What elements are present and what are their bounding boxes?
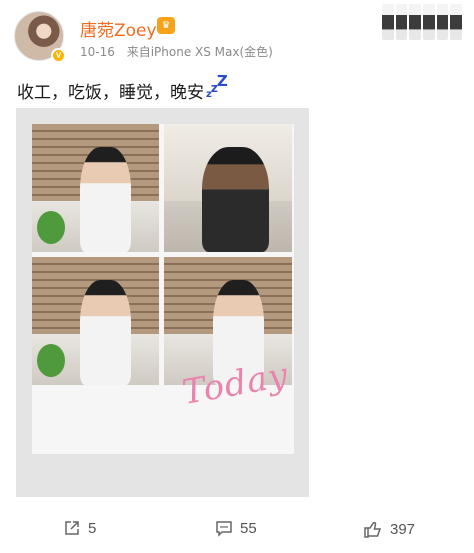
- verified-v-icon: V: [51, 48, 66, 63]
- comment-count: 55: [240, 519, 257, 537]
- like-count: 397: [390, 520, 416, 538]
- post-actions: 5 55 397: [0, 515, 474, 549]
- repost-icon: [63, 519, 81, 537]
- collage-photo: [32, 257, 159, 385]
- post-source: 来自iPhone XS Max(金色): [126, 45, 273, 59]
- repost-count: 5: [88, 519, 97, 537]
- vip-crown-icon[interactable]: ♛: [157, 17, 175, 34]
- weibo-post: V 唐菀Zoey ♛ 10-16 来自iPhone XS Max(金色) 收工，…: [0, 0, 474, 553]
- collage-photo: [32, 124, 159, 252]
- post-time: 10-16: [80, 45, 115, 59]
- repost-button[interactable]: 5: [63, 519, 96, 537]
- comment-icon: [215, 519, 233, 537]
- comment-button[interactable]: 55: [215, 519, 257, 537]
- post-image[interactable]: Today: [16, 108, 309, 497]
- post-meta: 10-16 来自iPhone XS Max(金色): [80, 43, 273, 60]
- collage-photo: [164, 124, 292, 252]
- author-name[interactable]: 唐菀Zoey: [80, 16, 157, 41]
- like-button[interactable]: 397: [363, 519, 415, 539]
- profile-decoration: [382, 4, 463, 40]
- post-text: 收工，吃饭，睡觉，晚安: [17, 83, 204, 103]
- thumbs-up-icon: [363, 519, 383, 539]
- sleep-emoji: zzZ: [206, 72, 228, 100]
- photo-collage: Today: [32, 124, 294, 454]
